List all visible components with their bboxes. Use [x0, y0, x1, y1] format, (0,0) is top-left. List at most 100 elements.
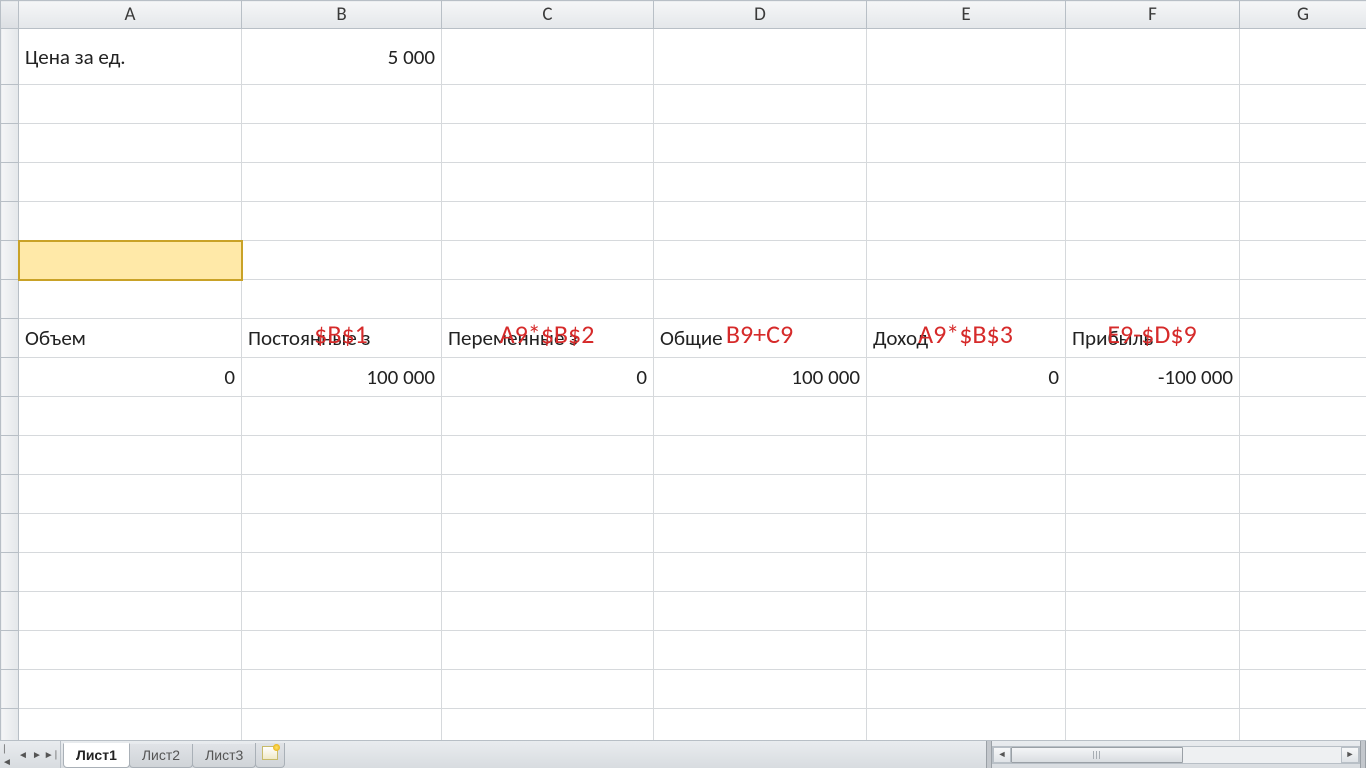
- cell-G15[interactable]: [1240, 592, 1366, 631]
- cell-A8[interactable]: Объем: [19, 319, 242, 358]
- cell-E5[interactable]: [867, 202, 1066, 241]
- cell-A12[interactable]: [19, 475, 242, 514]
- cell-F1[interactable]: [1066, 29, 1240, 85]
- cell-G5[interactable]: [1240, 202, 1366, 241]
- row-header-4[interactable]: [1, 163, 19, 202]
- cell-C12[interactable]: [442, 475, 654, 514]
- cell-F13[interactable]: [1066, 514, 1240, 553]
- cell-B15[interactable]: [242, 592, 442, 631]
- row-header-3[interactable]: [1, 124, 19, 163]
- cell-B17[interactable]: [242, 670, 442, 709]
- cell-E16[interactable]: [867, 631, 1066, 670]
- hscroll-right-button[interactable]: ►: [1341, 747, 1359, 763]
- row-header-6[interactable]: [1, 241, 19, 280]
- cell-E17[interactable]: [867, 670, 1066, 709]
- cell-F16[interactable]: [1066, 631, 1240, 670]
- cell-C5[interactable]: [442, 202, 654, 241]
- cell-C9[interactable]: 0: [442, 358, 654, 397]
- cell-G6[interactable]: [1240, 241, 1366, 280]
- sheet-tab-3[interactable]: Лист3: [192, 744, 256, 768]
- cell-F2[interactable]: [1066, 85, 1240, 124]
- cell-G17[interactable]: [1240, 670, 1366, 709]
- row-header-16[interactable]: [1, 631, 19, 670]
- cell-G9[interactable]: [1240, 358, 1366, 397]
- horizontal-scrollbar[interactable]: ◄ ►: [992, 746, 1360, 764]
- column-header-D[interactable]: D: [654, 1, 867, 29]
- cell-F6[interactable]: [1066, 241, 1240, 280]
- cell-G14[interactable]: [1240, 553, 1366, 592]
- cell-B6[interactable]: [242, 241, 442, 280]
- column-header-B[interactable]: B: [242, 1, 442, 29]
- cell-B4[interactable]: [242, 163, 442, 202]
- cell-E13[interactable]: [867, 514, 1066, 553]
- cell-C10[interactable]: [442, 397, 654, 436]
- cell-D14[interactable]: [654, 553, 867, 592]
- cell-C16[interactable]: [442, 631, 654, 670]
- hscroll-left-button[interactable]: ◄: [993, 747, 1011, 763]
- cell-A10[interactable]: [19, 397, 242, 436]
- cell-G3[interactable]: [1240, 124, 1366, 163]
- sheet-tab-2[interactable]: Лист2: [129, 744, 193, 768]
- cell-B3[interactable]: [242, 124, 442, 163]
- cell-G4[interactable]: [1240, 163, 1366, 202]
- cell-D17[interactable]: [654, 670, 867, 709]
- cell-A2[interactable]: [19, 85, 242, 124]
- row-header-7[interactable]: [1, 280, 19, 319]
- cell-C3[interactable]: [442, 124, 654, 163]
- cell-G2[interactable]: [1240, 85, 1366, 124]
- column-header-C[interactable]: C: [442, 1, 654, 29]
- cell-G11[interactable]: [1240, 436, 1366, 475]
- spreadsheet-grid[interactable]: ABCDEFGЦена за ед.5 000ОбъемПостоянные з…: [0, 0, 1366, 748]
- cell-C4[interactable]: [442, 163, 654, 202]
- cell-E7[interactable]: [867, 280, 1066, 319]
- cell-G7[interactable]: [1240, 280, 1366, 319]
- cell-A14[interactable]: [19, 553, 242, 592]
- cell-B9[interactable]: 100 000: [242, 358, 442, 397]
- cell-F5[interactable]: [1066, 202, 1240, 241]
- cell-A4[interactable]: [19, 163, 242, 202]
- column-header-A[interactable]: A: [19, 1, 242, 29]
- column-header-F[interactable]: F: [1066, 1, 1240, 29]
- cell-A16[interactable]: [19, 631, 242, 670]
- cell-A1[interactable]: Цена за ед.: [19, 29, 242, 85]
- row-header-13[interactable]: [1, 514, 19, 553]
- cell-E6[interactable]: [867, 241, 1066, 280]
- cell-C7[interactable]: [442, 280, 654, 319]
- cell-A6[interactable]: [19, 241, 242, 280]
- cell-D6[interactable]: [654, 241, 867, 280]
- cell-B5[interactable]: [242, 202, 442, 241]
- cell-B13[interactable]: [242, 514, 442, 553]
- cell-E3[interactable]: [867, 124, 1066, 163]
- cell-B7[interactable]: [242, 280, 442, 319]
- cell-D4[interactable]: [654, 163, 867, 202]
- cell-E15[interactable]: [867, 592, 1066, 631]
- cell-F10[interactable]: [1066, 397, 1240, 436]
- cell-G13[interactable]: [1240, 514, 1366, 553]
- cell-F14[interactable]: [1066, 553, 1240, 592]
- row-header-11[interactable]: [1, 436, 19, 475]
- cell-E4[interactable]: [867, 163, 1066, 202]
- cell-A17[interactable]: [19, 670, 242, 709]
- new-sheet-tab[interactable]: [255, 743, 285, 768]
- row-header-8[interactable]: [1, 319, 19, 358]
- hsplit-handle[interactable]: [1360, 741, 1366, 768]
- cell-C6[interactable]: [442, 241, 654, 280]
- cell-B10[interactable]: [242, 397, 442, 436]
- cell-F7[interactable]: [1066, 280, 1240, 319]
- cell-B16[interactable]: [242, 631, 442, 670]
- cell-D13[interactable]: [654, 514, 867, 553]
- cell-G16[interactable]: [1240, 631, 1366, 670]
- cell-F4[interactable]: [1066, 163, 1240, 202]
- cell-D11[interactable]: [654, 436, 867, 475]
- nav-next-button[interactable]: ►: [30, 744, 44, 766]
- cell-A13[interactable]: [19, 514, 242, 553]
- cell-F17[interactable]: [1066, 670, 1240, 709]
- cell-A9[interactable]: 0: [19, 358, 242, 397]
- cell-C14[interactable]: [442, 553, 654, 592]
- cell-F9[interactable]: -100 000: [1066, 358, 1240, 397]
- cell-G1[interactable]: [1240, 29, 1366, 85]
- cell-D7[interactable]: [654, 280, 867, 319]
- nav-prev-button[interactable]: ◄: [16, 744, 30, 766]
- cell-D1[interactable]: [654, 29, 867, 85]
- cell-B14[interactable]: [242, 553, 442, 592]
